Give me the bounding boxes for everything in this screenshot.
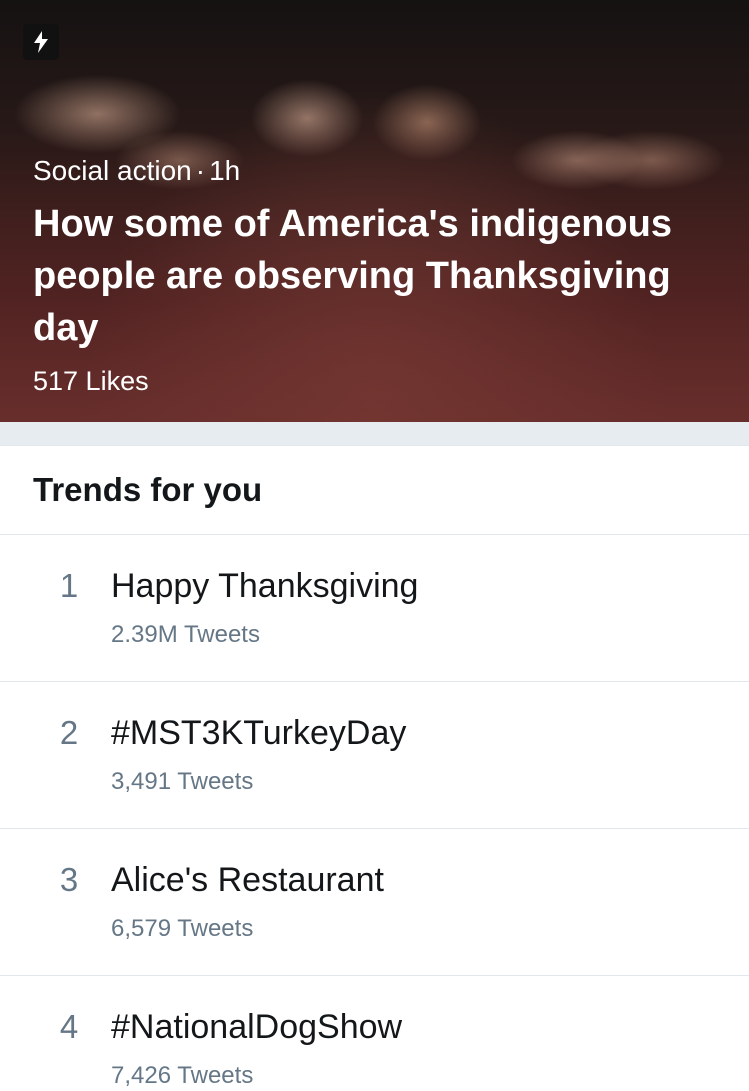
trends-title: Trends for you bbox=[33, 471, 263, 508]
trend-rank: 1 bbox=[59, 567, 79, 604]
trend-tweet-count: 2.39M Tweets bbox=[111, 621, 260, 648]
moment-category: Social action bbox=[33, 155, 192, 186]
moment-card[interactable]: Social action · 1h How some of America's i… bbox=[0, 0, 749, 422]
trend-rank: 4 bbox=[59, 1008, 79, 1045]
section-divider bbox=[0, 422, 749, 446]
trend-rank: 2 bbox=[59, 714, 79, 751]
lightning-bolt-icon bbox=[23, 24, 59, 60]
trend-item[interactable]: 4 #NationalDogShow 7,426 Tweets bbox=[0, 976, 749, 1091]
meta-separator: · bbox=[195, 155, 206, 186]
trend-rank: 3 bbox=[59, 861, 79, 898]
trend-item[interactable]: 1 Happy Thanksgiving 2.39M Tweets bbox=[0, 535, 749, 682]
trend-name: #MST3KTurkeyDay bbox=[111, 714, 407, 752]
trend-item[interactable]: 2 #MST3KTurkeyDay 3,491 Tweets bbox=[0, 682, 749, 829]
trend-tweet-count: 7,426 Tweets bbox=[111, 1062, 254, 1089]
trend-tweet-count: 3,491 Tweets bbox=[111, 768, 254, 795]
trend-tweet-count: 6,579 Tweets bbox=[111, 915, 254, 942]
trend-name: Happy Thanksgiving bbox=[111, 567, 419, 605]
moment-title: How some of America's indigenous people … bbox=[33, 203, 672, 349]
moment-time: 1h bbox=[209, 155, 241, 186]
moment-meta: Social action · 1h bbox=[33, 154, 709, 188]
trend-name: #NationalDogShow bbox=[111, 1008, 403, 1046]
trend-name: Alice's Restaurant bbox=[111, 861, 384, 899]
trend-item[interactable]: 3 Alice's Restaurant 6,579 Tweets bbox=[0, 829, 749, 976]
moment-likes: 517 Likes bbox=[33, 366, 149, 396]
trends-header: Trends for you bbox=[0, 446, 749, 535]
